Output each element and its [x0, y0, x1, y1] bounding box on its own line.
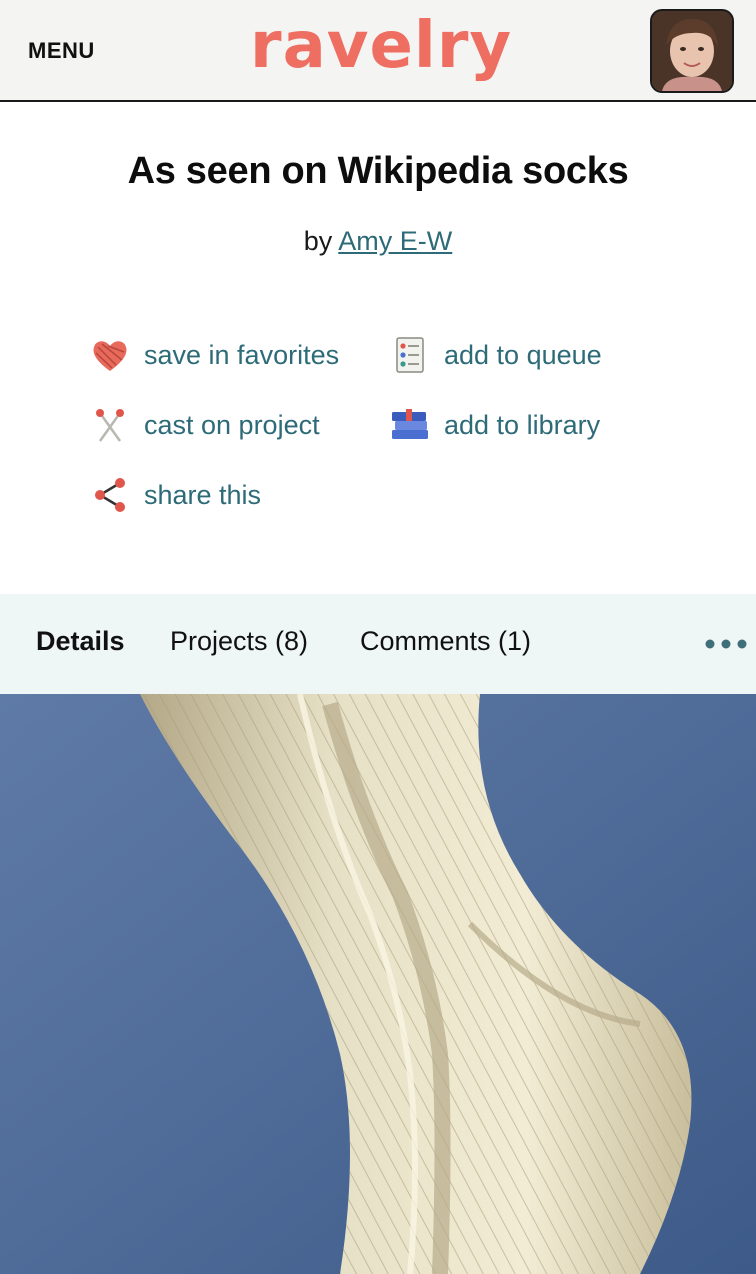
more-dots-icon[interactable]: [704, 632, 748, 656]
books-icon: [390, 405, 430, 445]
top-navigation-bar: MENU ravelry: [0, 0, 756, 102]
save-in-favorites-label: save in favorites: [144, 339, 340, 370]
cast-on-project-button[interactable]: cast on project: [90, 405, 320, 445]
user-avatar[interactable]: [650, 9, 734, 93]
add-to-library-button[interactable]: add to library: [390, 405, 600, 445]
tab-details[interactable]: Details: [36, 626, 125, 657]
queue-list-icon: [390, 335, 430, 375]
pattern-tabs: Details Projects (8) Comments (1): [0, 594, 756, 694]
pattern-title: As seen on Wikipedia socks: [127, 150, 629, 192]
pattern-photo: [0, 694, 756, 1274]
menu-button[interactable]: MENU: [28, 38, 95, 64]
knitting-needles-icon: [90, 405, 130, 445]
by-prefix: by: [303, 226, 333, 256]
tab-comments[interactable]: Comments (1): [360, 626, 531, 657]
share-icon: [90, 475, 130, 515]
share-this-button[interactable]: share this: [90, 475, 261, 515]
add-to-queue-label: add to queue: [444, 339, 602, 370]
author-byline: by Amy E-W: [0, 226, 756, 257]
ravelry-logo[interactable]: ravelry: [250, 2, 512, 94]
save-in-favorites-button[interactable]: save in favorites: [90, 335, 339, 375]
tab-projects[interactable]: Projects (8): [170, 626, 308, 657]
add-to-queue-button[interactable]: add to queue: [390, 335, 602, 375]
yarn-heart-icon: [90, 335, 130, 375]
add-to-library-label: add to library: [444, 409, 601, 440]
author-link[interactable]: Amy E-W: [338, 226, 452, 256]
cast-on-project-label: cast on project: [144, 409, 320, 440]
share-this-label: share this: [144, 479, 262, 510]
